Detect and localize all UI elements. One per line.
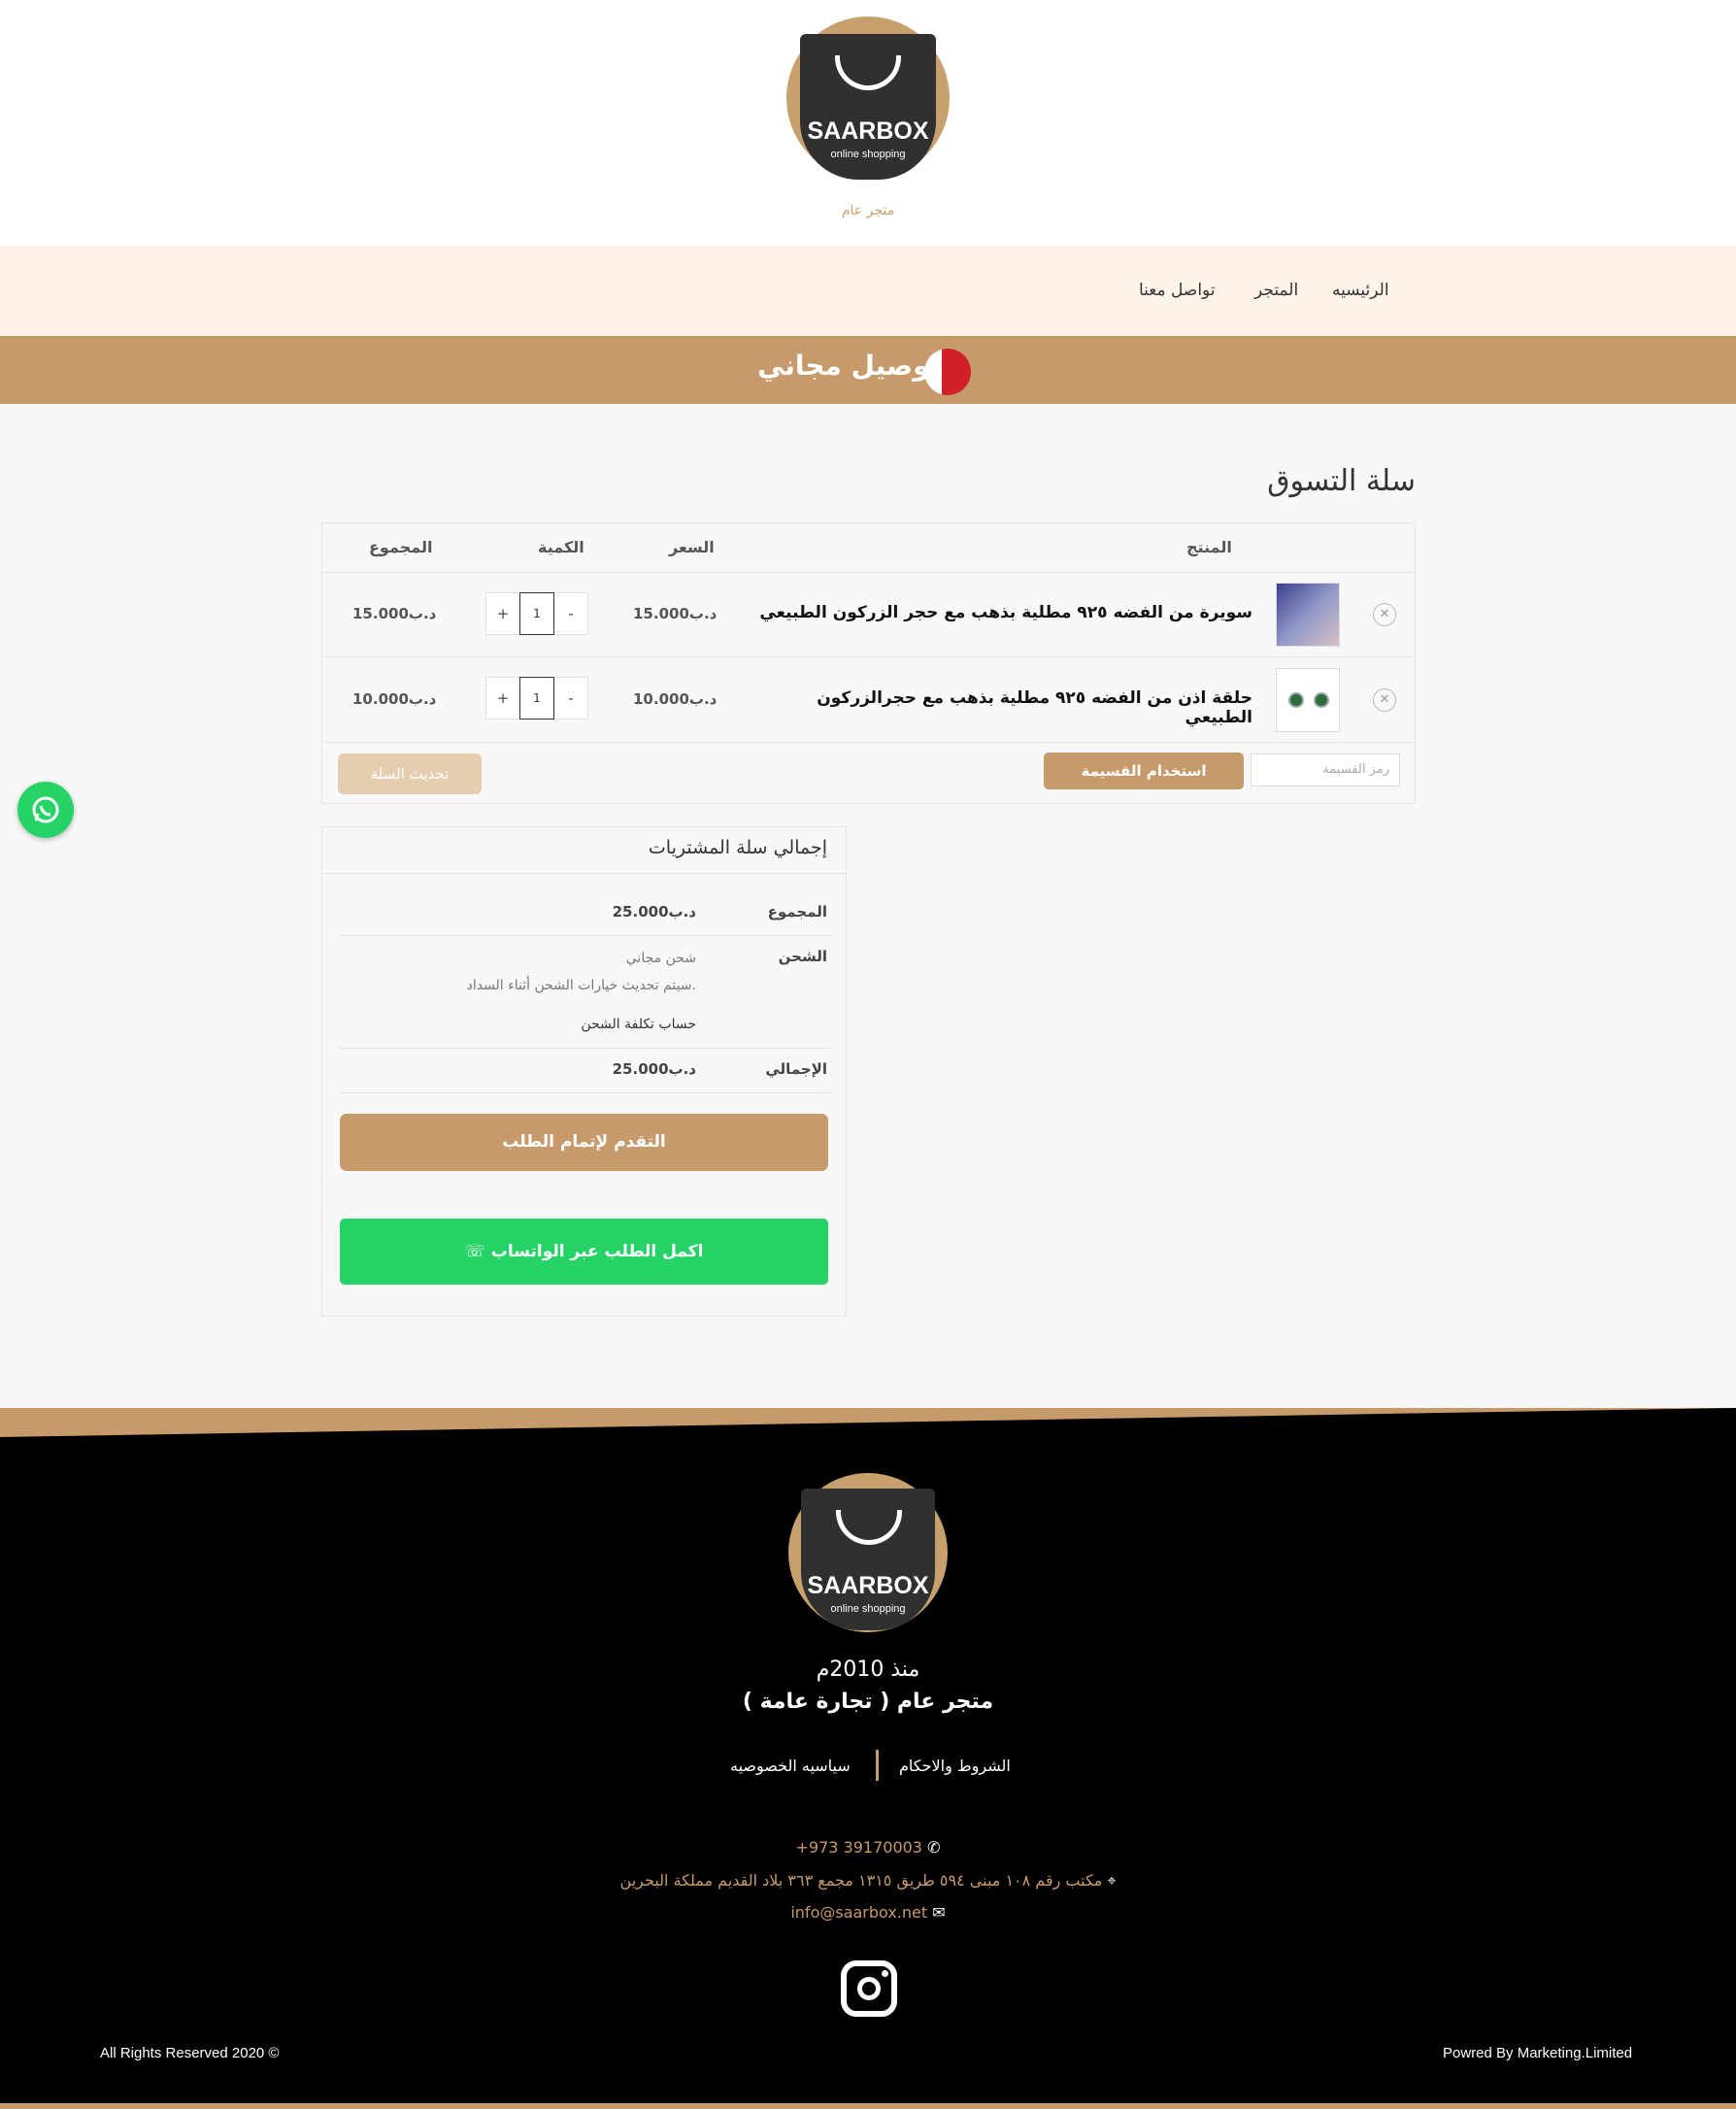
footer-email[interactable]: info@saarbox.net ✉: [0, 1903, 1736, 1922]
powered-by-link[interactable]: Powred By Marketing.Limited: [1443, 2045, 1632, 2061]
address-text: مكتب رقم ١٠٨ مبنى ٥٩٤ طريق ١٣١٥ مجمع ٣٦٣…: [619, 1871, 1103, 1890]
terms-link[interactable]: الشروط والاحكام: [899, 1757, 1011, 1775]
calculate-shipping-link[interactable]: حساب تكلفة الشحن: [419, 1017, 696, 1032]
increase-qty-button[interactable]: +: [486, 678, 519, 719]
shipping-label: الشحن: [778, 948, 827, 965]
subtotal-value: 25.000د.ب: [612, 903, 696, 921]
nav-item-contact[interactable]: تواصل معنا: [1139, 281, 1216, 300]
col-header-quantity: الكمية: [538, 538, 584, 556]
total-label: الإجمالي: [765, 1060, 827, 1078]
logo-subtitle: online shopping: [830, 149, 906, 160]
divider: [322, 742, 1415, 743]
privacy-link[interactable]: سياسيه الخصوصيه: [730, 1757, 851, 1775]
shipping-value: شحن مجاني: [625, 951, 696, 966]
logo-name: SAARBOX: [807, 1572, 929, 1599]
phone-icon: ✆: [927, 1838, 941, 1857]
logo-name: SAARBOX: [807, 117, 929, 145]
divider: [322, 656, 1415, 657]
footer-store-name: متجر عام ( تجارة عامة ): [742, 1690, 994, 1714]
product-name[interactable]: حلقة اذن من الفضه ٩٢٥ مطلية بذهب مع حجرا…: [748, 688, 1252, 727]
footer-bottom-line: [0, 2103, 1736, 2109]
product-price: 15.000د.ب: [633, 605, 718, 622]
quantity-stepper: - 1 +: [485, 677, 588, 720]
divider: [322, 572, 1415, 573]
footer-logo[interactable]: SAARBOX online shopping: [788, 1473, 948, 1632]
site-header: SAARBOX online shopping متجر عام: [0, 0, 1736, 246]
totals-title: إجمالي سلة المشتريات: [648, 837, 827, 858]
product-subtotal: 15.000د.ب: [352, 605, 437, 622]
col-header-product: المنتج: [1186, 538, 1232, 556]
divider: [340, 1048, 830, 1049]
email-address: info@saarbox.net: [790, 1903, 928, 1922]
banner-text: توصيل مجاني: [757, 350, 941, 382]
copyright-text: All Rights Reserved 2020 ©: [100, 2045, 280, 2061]
whatsapp-order-button[interactable]: ☏ اكمل الطلب عبر الواتساب: [340, 1219, 828, 1285]
whatsapp-icon: ☏: [464, 1242, 485, 1261]
logo-subtitle: online shopping: [830, 1603, 906, 1615]
page-title: سلة التسوق: [1267, 464, 1416, 498]
floating-whatsapp-button[interactable]: [17, 782, 74, 838]
quantity-input[interactable]: 1: [519, 592, 554, 635]
bag-handle: [836, 1510, 902, 1545]
main-nav: الرئيسيه المتجر تواصل معنا: [0, 246, 1736, 336]
product-thumbnail[interactable]: [1276, 668, 1340, 732]
quantity-input[interactable]: 1: [519, 677, 554, 720]
footer-address: مكتب رقم ١٠٨ مبنى ٥٩٤ طريق ١٣١٥ مجمع ٣٦٣…: [0, 1871, 1736, 1891]
divider: [322, 873, 846, 874]
remove-item-icon[interactable]: ✕: [1373, 603, 1396, 626]
proceed-to-checkout-button[interactable]: التقدم لإتمام الطلب: [340, 1114, 828, 1171]
update-cart-button[interactable]: تحديث السلة: [338, 753, 482, 794]
cart-table: المنتج السعر الكمية المجموع ✕ سويرة من ا…: [321, 522, 1416, 804]
site-tagline: متجر عام: [841, 203, 895, 218]
shopping-bag-icon: SAARBOX online shopping: [800, 34, 936, 180]
increase-qty-button[interactable]: +: [486, 593, 519, 634]
cart-totals: إجمالي سلة المشتريات المجموع 25.000د.ب ا…: [321, 826, 847, 1317]
nav-item-shop[interactable]: المتجر: [1254, 281, 1298, 300]
bag-handle: [835, 55, 901, 90]
instagram-lens: [857, 1977, 881, 2000]
link-separator: [876, 1750, 879, 1781]
instagram-icon[interactable]: [841, 1960, 897, 2017]
nav-item-home[interactable]: الرئيسيه: [1332, 281, 1389, 300]
gem-image: [1288, 692, 1304, 708]
gem-image: [1314, 692, 1329, 708]
map-pin-icon: ⌖: [1107, 1871, 1117, 1890]
whatsapp-icon: [32, 796, 59, 823]
quantity-stepper: - 1 +: [485, 592, 588, 635]
decrease-qty-button[interactable]: -: [554, 678, 587, 719]
footer-since: منذ 2010م: [816, 1657, 920, 1682]
product-thumbnail[interactable]: [1276, 583, 1340, 647]
coupon-input[interactable]: رمز القسيمة: [1251, 753, 1400, 787]
whatsapp-order-label: اكمل الطلب عبر الواتساب: [490, 1242, 704, 1261]
divider: [340, 1092, 830, 1093]
footer-phone[interactable]: +973 39170003 ✆: [0, 1838, 1736, 1857]
instagram-dot: [882, 1970, 888, 1977]
subtotal-label: المجموع: [767, 903, 827, 921]
site-logo[interactable]: SAARBOX online shopping: [786, 17, 950, 180]
apply-coupon-button[interactable]: استخدام القسيمة: [1044, 753, 1244, 789]
col-header-subtotal: المجموع: [369, 538, 433, 556]
remove-item-icon[interactable]: ✕: [1373, 688, 1396, 712]
free-delivery-banner: توصيل مجاني: [0, 336, 1736, 404]
envelope-icon: ✉: [932, 1903, 946, 1922]
total-value: 25.000د.ب: [612, 1060, 696, 1078]
shopping-bag-icon: SAARBOX online shopping: [801, 1489, 935, 1630]
decrease-qty-button[interactable]: -: [554, 593, 587, 634]
shipping-note: سيتم تحديث خيارات الشحن أثناء السداد.: [466, 978, 696, 993]
phone-number: +973 39170003: [795, 1838, 922, 1857]
col-header-price: السعر: [669, 538, 715, 556]
product-name[interactable]: سويرة من الفضه ٩٢٥ مطلية بذهب مع حجر الز…: [748, 603, 1252, 622]
divider: [340, 935, 830, 936]
product-price: 10.000د.ب: [633, 690, 718, 708]
product-subtotal: 10.000د.ب: [352, 690, 437, 708]
